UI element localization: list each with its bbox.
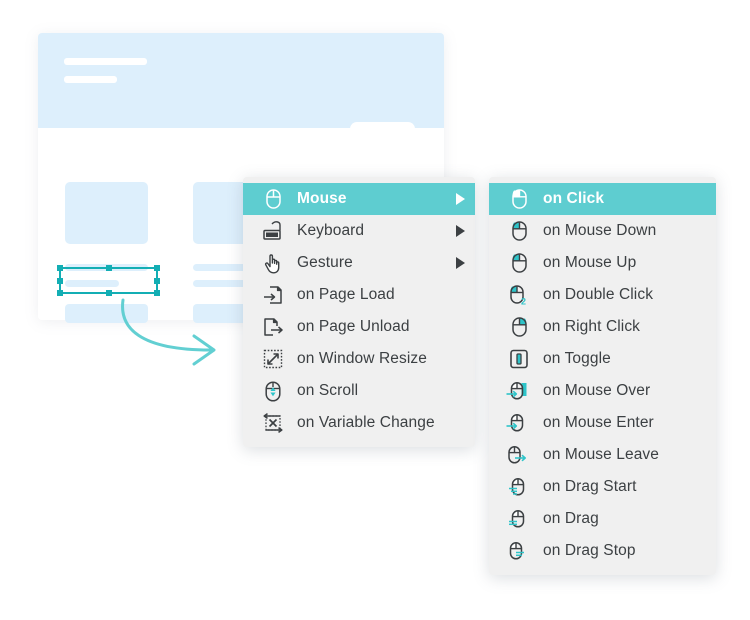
mouse-enter-icon [506,412,530,434]
content-text-line-2b [193,280,247,287]
menu-item-on-page-load[interactable]: on Page Load [243,279,475,311]
menu-item-label: on Mouse Enter [543,414,654,431]
header-title-placeholder [64,58,147,65]
menu-item-label: on Mouse Leave [543,446,660,463]
menu-item-label: on Mouse Up [543,254,637,271]
mouse-drag-icon [508,508,530,530]
menu-item-gesture[interactable]: Gesture [243,247,475,279]
menu-item-label: on Window Resize [297,350,427,367]
resize-handle-nw[interactable] [57,265,63,271]
menu-item-on-mouse-leave[interactable]: on Mouse Leave [489,439,716,471]
menu-item-on-drag-stop[interactable]: on Drag Stop [489,535,716,567]
menu-item-on-window-resize[interactable]: on Window Resize [243,343,475,375]
menu-item-label: on Mouse Down [543,222,657,239]
menu-item-on-mouse-enter[interactable]: on Mouse Enter [489,407,716,439]
mouse-leave-icon [508,444,530,466]
menu-item-on-drag-start[interactable]: on Drag Start [489,471,716,503]
menu-item-label: on Click [543,190,605,207]
resize-handle-sw[interactable] [57,290,63,296]
resize-handle-ne[interactable] [154,265,160,271]
menu-item-label: on Page Load [297,286,395,303]
menu-item-on-toggle[interactable]: on Toggle [489,343,716,375]
menu-item-label: Keyboard [297,222,365,239]
menu-item-label: on Mouse Over [543,382,651,399]
mouse-click-icon [508,188,530,210]
menu-item-label: Gesture [297,254,353,271]
mouse-drag-start-icon [508,476,530,498]
mouse-icon [262,188,284,210]
chevron-right-icon [456,193,465,205]
mouse-scroll-icon [262,380,284,402]
variable-change-icon [262,412,284,434]
mouse-down-icon [508,220,530,242]
chevron-right-icon [456,225,465,237]
resize-handle-e[interactable] [154,277,160,284]
toggle-icon [508,348,530,370]
menu-item-label: on Scroll [297,382,359,399]
menu-item-label: on Drag [543,510,599,527]
menu-item-label: on Drag Stop [543,542,636,559]
mouse-double-click-icon: 2 [508,284,530,306]
resize-handle-w[interactable] [57,277,63,284]
content-thumbnail-1 [65,182,148,244]
menu-item-label: on Variable Change [297,414,435,431]
page-load-icon [262,284,284,306]
resize-handle-n[interactable] [105,265,112,271]
menu-item-on-drag[interactable]: on Drag [489,503,716,535]
keyboard-icon [262,220,284,242]
mouse-over-icon [506,380,530,402]
menu-item-on-mouse-over[interactable]: on Mouse Over [489,375,716,407]
menu-item-on-click[interactable]: on Click [489,183,716,215]
window-resize-icon [262,348,284,370]
menu-item-on-mouse-down[interactable]: on Mouse Down [489,215,716,247]
header-subtitle-placeholder [64,76,117,83]
wireframe-header-banner [38,33,444,136]
menu-item-label: on Drag Start [543,478,637,495]
menu-item-on-double-click[interactable]: 2 on Double Click [489,279,716,311]
menu-item-on-variable-change[interactable]: on Variable Change [243,407,475,439]
mouse-drag-stop-icon [508,540,530,562]
page-unload-icon [262,316,284,338]
menu-item-label: on Toggle [543,350,611,367]
event-trigger-menu[interactable]: Mouse Keyboard Gesture on Page Load on P… [243,177,475,447]
mouse-up-icon [508,252,530,274]
menu-item-mouse[interactable]: Mouse [243,183,475,215]
menu-item-on-mouse-up[interactable]: on Mouse Up [489,247,716,279]
menu-item-label: on Page Unload [297,318,410,335]
menu-item-on-right-click[interactable]: on Right Click [489,311,716,343]
menu-item-label: Mouse [297,190,347,207]
menu-item-keyboard[interactable]: Keyboard [243,215,475,247]
menu-item-label: on Double Click [543,286,654,303]
curved-arrow-annotation [121,298,216,366]
selection-marquee[interactable] [57,265,160,296]
hand-pointer-icon [262,252,284,274]
menu-item-on-scroll[interactable]: on Scroll [243,375,475,407]
menu-item-on-page-unload[interactable]: on Page Unload [243,311,475,343]
mouse-event-submenu[interactable]: on Click on Mouse Down on Mouse Up 2 on … [489,177,716,575]
svg-text:2: 2 [521,296,526,306]
mouse-right-click-icon [508,316,530,338]
menu-item-label: on Right Click [543,318,641,335]
chevron-right-icon [456,257,465,269]
